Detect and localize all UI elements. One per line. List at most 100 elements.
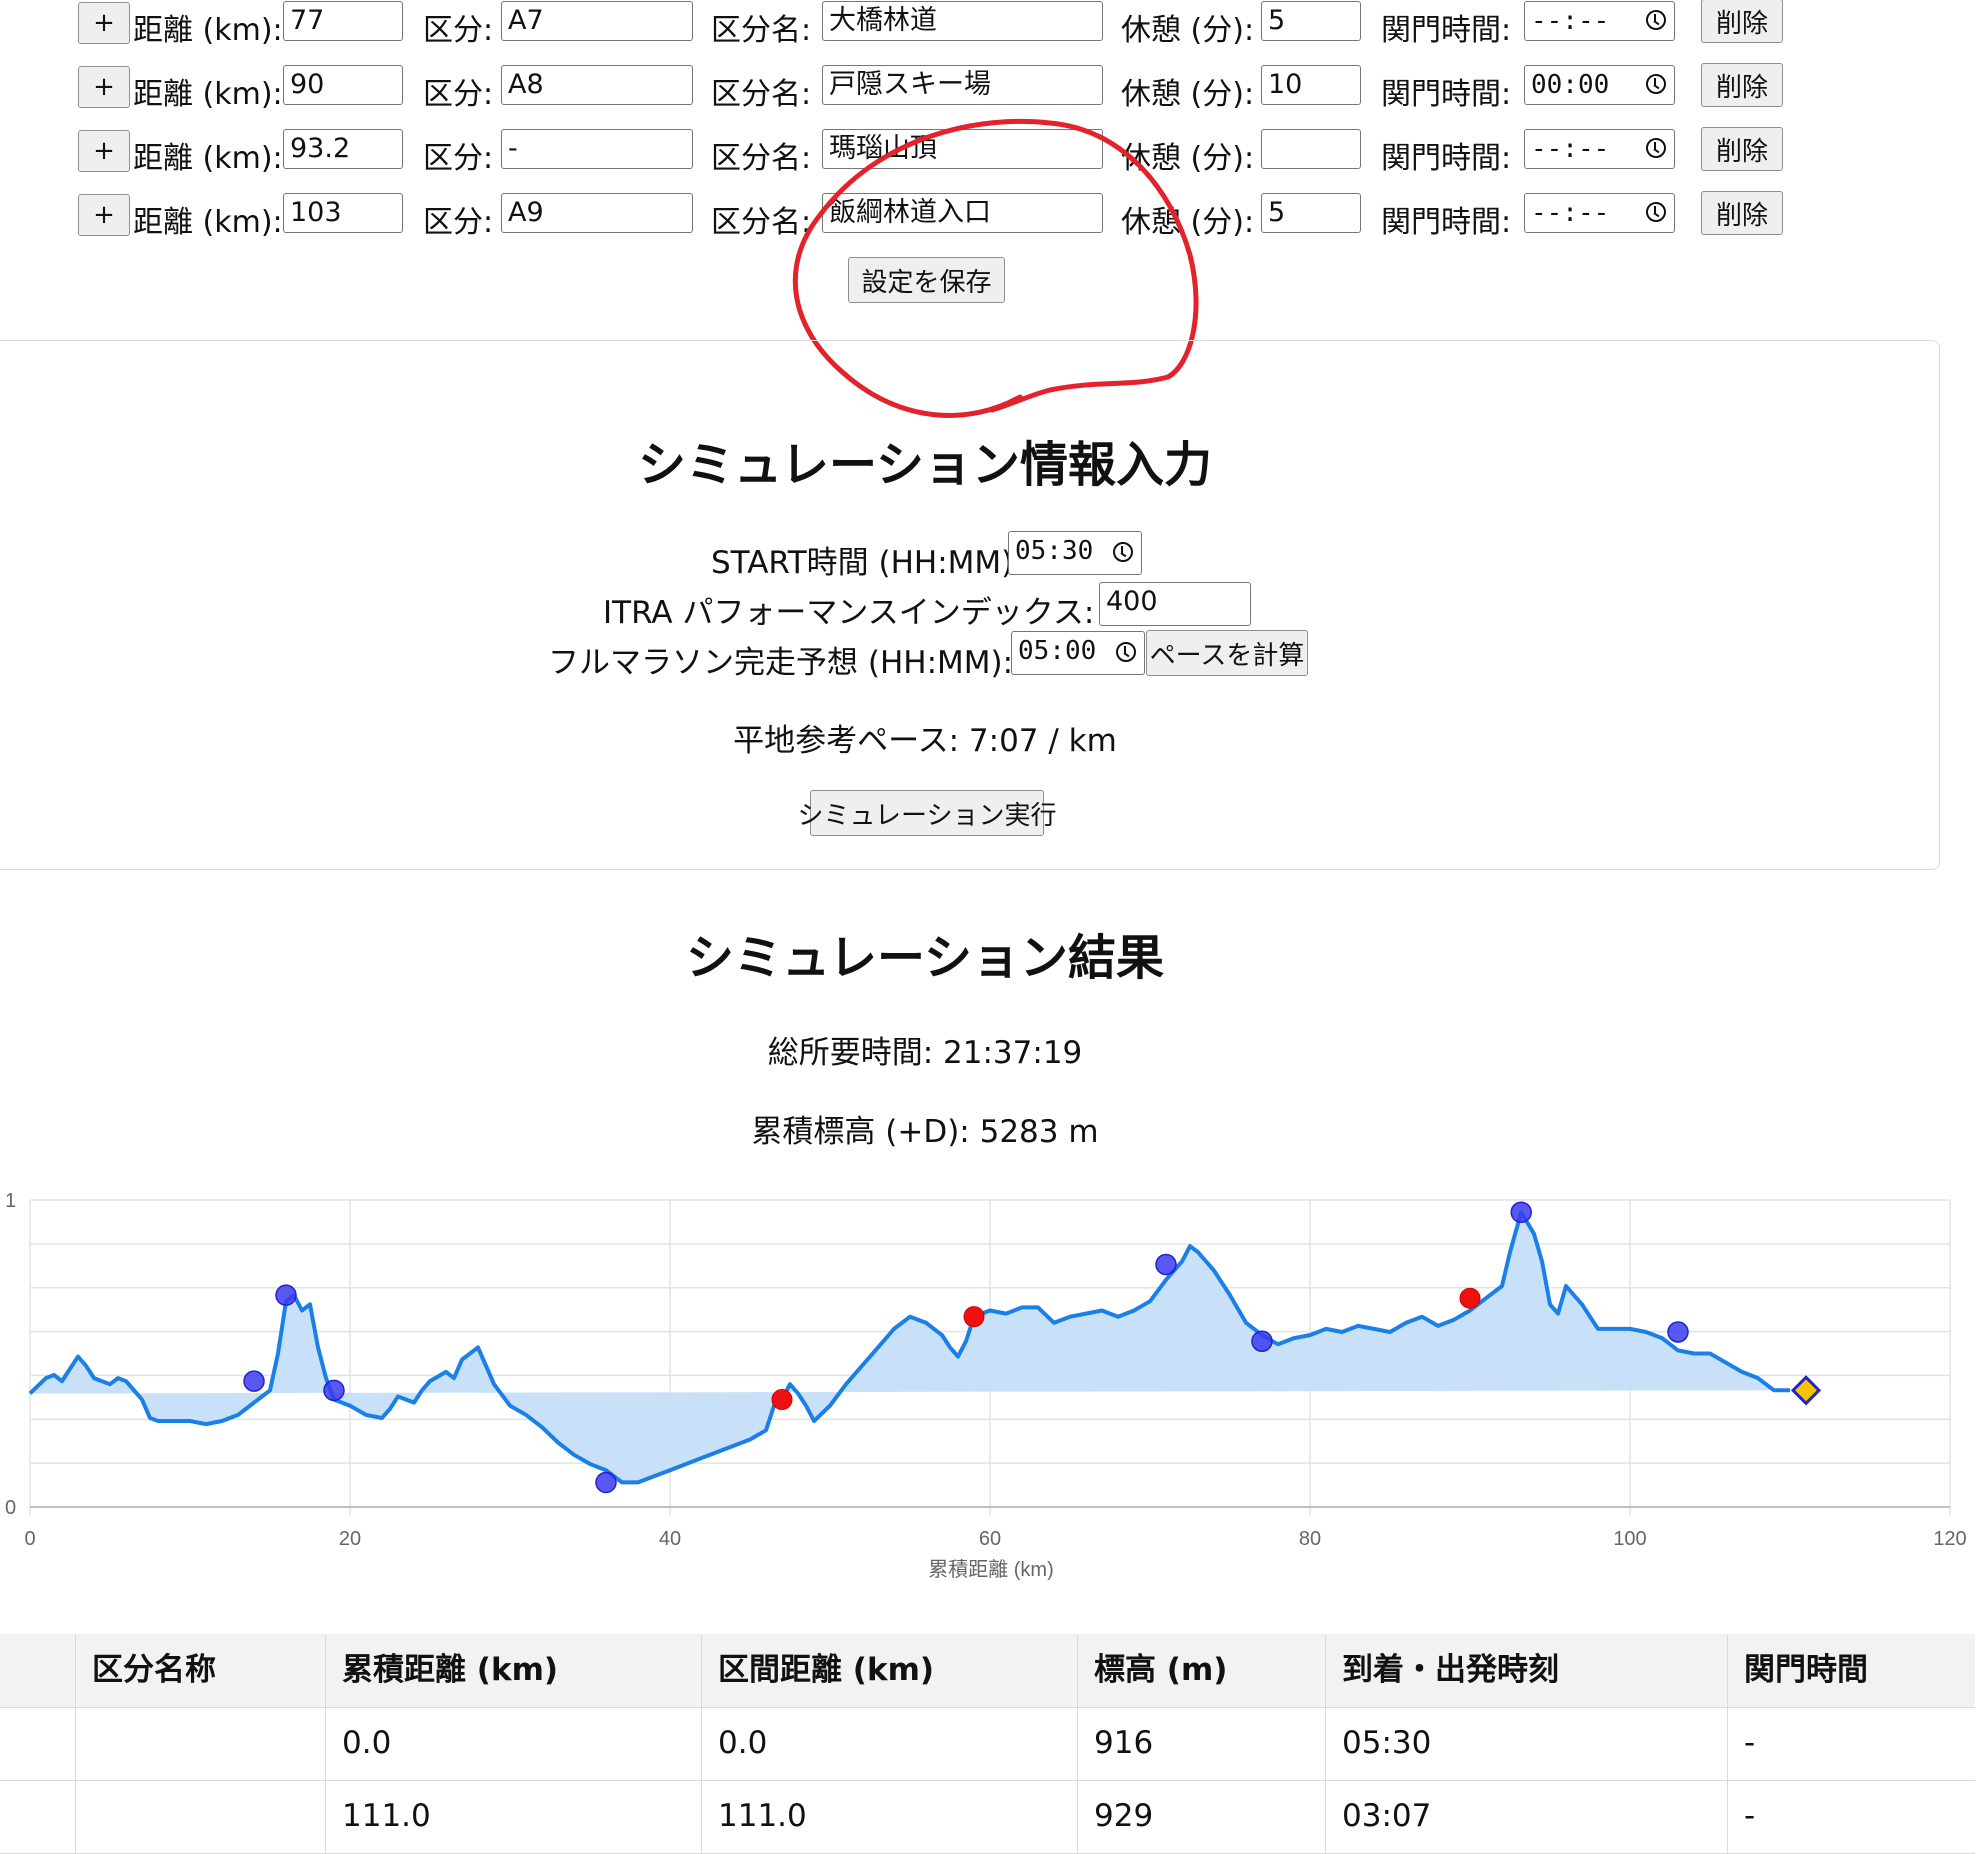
checkpoint-marker bbox=[1510, 1201, 1532, 1224]
add-checkpoint-button[interactable]: + bbox=[78, 130, 130, 172]
table-cell: - bbox=[1727, 1780, 1975, 1853]
cutoff-time-input[interactable]: --:-- bbox=[1524, 129, 1675, 169]
cutoff-time-value: --:-- bbox=[1531, 6, 1610, 36]
marathon-time-input[interactable]: 05:00 bbox=[1011, 631, 1145, 675]
rest-input[interactable]: 10 bbox=[1261, 65, 1361, 105]
cutoff-label: 関門時間: bbox=[1381, 205, 1512, 240]
table-cell bbox=[0, 1780, 75, 1853]
cutoff-time-value: --:-- bbox=[1531, 198, 1610, 228]
checkpoint-marker bbox=[275, 1284, 297, 1306]
simulation-input-title: シミュレーション情報入力 bbox=[637, 437, 1213, 493]
start-time-input[interactable]: 05:30 bbox=[1008, 531, 1142, 575]
y-tick-label: 0 bbox=[5, 1497, 16, 1519]
section-input[interactable]: A9 bbox=[501, 193, 693, 233]
checkpoint-marker bbox=[595, 1471, 617, 1494]
distance-input[interactable]: 90 bbox=[283, 65, 403, 105]
cutoff-label: 関門時間: bbox=[1381, 13, 1512, 48]
x-tick-label: 0 bbox=[24, 1528, 35, 1550]
table-cell bbox=[75, 1707, 325, 1780]
x-tick-label: 100 bbox=[1613, 1528, 1646, 1550]
clock-icon[interactable] bbox=[1116, 642, 1136, 662]
checkpoint-marker bbox=[1251, 1330, 1273, 1352]
reference-pace-text: 平地参考ペース: 7:07 / km bbox=[733, 723, 1117, 759]
section-label: 区分: bbox=[423, 141, 494, 176]
table-row: 0.0 0.0 916 05:30- bbox=[0, 1707, 1975, 1781]
simulation-results-title: シミュレーション結果 bbox=[685, 930, 1165, 986]
distance-label: 距離 (km): bbox=[133, 141, 283, 176]
aid-station-marker bbox=[1459, 1287, 1481, 1309]
finish-marker bbox=[1790, 1375, 1822, 1406]
start-time-label: START時間 (HH:MM): bbox=[711, 545, 1024, 581]
distance-label: 距離 (km): bbox=[133, 13, 283, 48]
section-name-input[interactable]: 大橋林道 bbox=[822, 1, 1103, 41]
cutoff-time-input[interactable]: --:-- bbox=[1524, 1, 1675, 41]
x-tick-label: 60 bbox=[979, 1528, 1001, 1550]
delete-checkpoint-button[interactable]: 削除 bbox=[1701, 63, 1783, 107]
x-tick-label: 40 bbox=[659, 1528, 681, 1550]
distance-input[interactable]: 103 bbox=[283, 193, 403, 233]
total-time-text: 総所要時間: 21:37:19 bbox=[767, 1035, 1083, 1071]
rest-input[interactable] bbox=[1261, 129, 1361, 169]
elevation-profile-chart: 0 20 40 60 80 100 120 0 1 累積距離 (km) bbox=[5, 1190, 1967, 1581]
cutoff-label: 関門時間: bbox=[1381, 77, 1512, 112]
distance-label: 距離 (km): bbox=[133, 205, 283, 240]
elevation-area bbox=[30, 1212, 1790, 1483]
checkpoint-marker bbox=[243, 1370, 265, 1392]
rest-input[interactable]: 5 bbox=[1261, 1, 1361, 41]
run-simulation-button[interactable]: シミュレーション実行 bbox=[798, 790, 1056, 836]
cutoff-time-input[interactable]: 00:00 bbox=[1524, 65, 1675, 105]
checkpoint-marker bbox=[1667, 1321, 1689, 1343]
marathon-time-label: フルマラソン完走予想 (HH:MM): bbox=[548, 645, 1014, 681]
x-tick-label: 120 bbox=[1933, 1528, 1966, 1550]
rest-input[interactable]: 5 bbox=[1261, 193, 1361, 233]
table-header-cell: 区分名称 bbox=[75, 1634, 325, 1707]
delete-checkpoint-button[interactable]: 削除 bbox=[1701, 191, 1783, 235]
start-time-value: 05:30 bbox=[1015, 536, 1094, 566]
add-checkpoint-button[interactable]: + bbox=[78, 66, 130, 108]
table-header-cell: 関門時間 bbox=[1727, 1634, 1975, 1707]
distance-input[interactable]: 93.2 bbox=[283, 129, 403, 169]
section-label: 区分: bbox=[423, 13, 494, 48]
x-axis-label: 累積距離 (km) bbox=[928, 1558, 1054, 1581]
rest-label: 休憩 (分): bbox=[1121, 13, 1255, 48]
clock-icon[interactable] bbox=[1646, 74, 1666, 94]
table-header-row: 区分名称 累積距離 (km) 区間距離 (km) 標高 (m) 到着・出発時刻 関門時間 bbox=[0, 1634, 1975, 1708]
table-cell: 0.0 bbox=[701, 1707, 1077, 1780]
section-label: 区分: bbox=[423, 77, 494, 112]
table-cell bbox=[75, 1780, 325, 1853]
clock-icon[interactable] bbox=[1646, 10, 1666, 30]
x-tick-label: 80 bbox=[1299, 1528, 1321, 1550]
delete-checkpoint-button[interactable]: 削除 bbox=[1701, 127, 1783, 171]
clock-icon[interactable] bbox=[1646, 138, 1666, 158]
clock-icon[interactable] bbox=[1646, 202, 1666, 222]
table-cell: 111.0 bbox=[701, 1780, 1077, 1853]
y-tick-label: 1 bbox=[5, 1190, 16, 1212]
table-cell: 916 bbox=[1077, 1707, 1325, 1780]
section-input[interactable]: - bbox=[501, 129, 693, 169]
section-input[interactable]: A8 bbox=[501, 65, 693, 105]
table-header-cell: 区間距離 (km) bbox=[701, 1634, 1077, 1707]
checkpoint-marker bbox=[1155, 1253, 1177, 1276]
table-header-cell: 標高 (m) bbox=[1077, 1634, 1325, 1707]
add-checkpoint-button[interactable]: + bbox=[78, 194, 130, 236]
section-name-input[interactable]: 戸隠スキー場 bbox=[822, 65, 1103, 105]
section-label: 区分: bbox=[423, 205, 494, 240]
section-name-label: 区分名: bbox=[711, 13, 812, 48]
cutoff-time-value: 00:00 bbox=[1531, 70, 1610, 100]
calculate-pace-button[interactable]: ペースを計算 bbox=[1146, 630, 1308, 676]
add-checkpoint-button[interactable]: + bbox=[78, 2, 130, 44]
clock-icon[interactable] bbox=[1113, 542, 1133, 562]
distance-input[interactable]: 77 bbox=[283, 1, 403, 41]
table-header-cell: 累積距離 (km) bbox=[325, 1634, 701, 1707]
cutoff-time-input[interactable]: --:-- bbox=[1524, 193, 1675, 233]
cutoff-label: 関門時間: bbox=[1381, 141, 1512, 176]
itra-input[interactable]: 400 bbox=[1099, 582, 1251, 626]
table-header-cell bbox=[0, 1634, 75, 1707]
table-cell: 03:07 bbox=[1325, 1780, 1727, 1853]
section-input[interactable]: A7 bbox=[501, 1, 693, 41]
table-row: 111.0 111.0 929 03:07- bbox=[0, 1780, 1975, 1854]
table-cell: 111.0 bbox=[325, 1780, 701, 1853]
delete-checkpoint-button[interactable]: 削除 bbox=[1701, 0, 1783, 43]
table-header-cell: 到着・出発時刻 bbox=[1325, 1634, 1727, 1707]
checkpoint-marker bbox=[323, 1379, 345, 1402]
